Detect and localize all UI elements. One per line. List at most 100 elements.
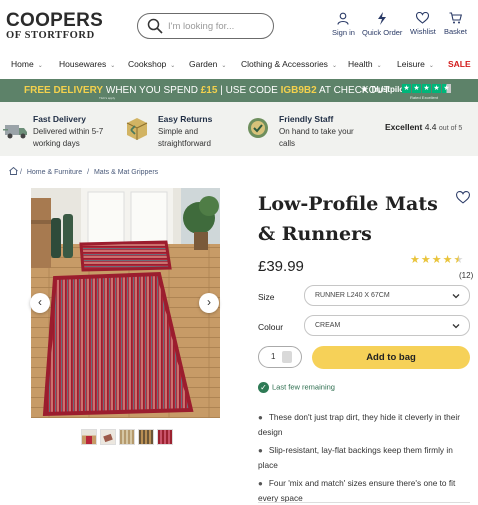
wishlist-link[interactable]: Wishlist xyxy=(410,12,436,36)
benefit-easy-returns: Easy Returns Simple and straightforward xyxy=(158,114,212,150)
benefit-line: calls xyxy=(279,139,296,148)
site-header: COOPERS OF STORTFORD I'm looking for... … xyxy=(0,0,478,52)
breadcrumb: / Home & Furniture / Mats & Mat Grippers xyxy=(9,166,161,176)
trustpilot-stars: ★ ★ ★ ★ ★ xyxy=(402,84,451,93)
nav-item-housewares[interactable]: Housewares ⌄ xyxy=(59,59,115,69)
sign-in-link[interactable]: Sign in xyxy=(332,12,355,37)
chevron-down-icon: ⌄ xyxy=(221,63,227,69)
rating-summary[interactable]: Excellent 4.4 out of 5 xyxy=(385,122,462,132)
site-logo[interactable]: COOPERS OF STORTFORD xyxy=(6,11,103,42)
nav-item-garden[interactable]: Garden ⌄ xyxy=(189,59,226,69)
feature-text: Slip-resistant, lay-flat backings keep t… xyxy=(258,445,453,470)
benefit-title: Easy Returns xyxy=(158,114,213,124)
nav-item-sale[interactable]: SALE xyxy=(448,59,471,69)
nav-item-cookshop[interactable]: Cookshop ⌄ xyxy=(128,59,175,69)
promo-text: FREE DELIVERY WHEN YOU SPEND £15 | USE C… xyxy=(24,85,390,100)
wishlist-label: Wishlist xyxy=(410,27,436,36)
next-image-button[interactable]: › xyxy=(199,293,219,313)
logo-line1: COOPERS xyxy=(6,10,104,31)
product-price: £39.99 xyxy=(258,258,304,275)
benefit-line: working days xyxy=(33,139,80,148)
benefit-line: Delivered within 5-7 xyxy=(33,127,104,136)
chevron-down-icon: ⌄ xyxy=(170,63,176,69)
product-image[interactable] xyxy=(31,188,220,418)
quick-order-label: Quick Order xyxy=(362,28,403,37)
benefit-fast-delivery: Fast Delivery Delivered within 5-7 worki… xyxy=(33,114,103,150)
star-icon: ★ xyxy=(442,84,451,93)
breadcrumb-item[interactable]: Mats & Mat Grippers xyxy=(94,169,158,176)
add-to-bag-button[interactable]: Add to bag xyxy=(312,346,470,369)
chevron-down-icon xyxy=(452,324,460,329)
thumbnail[interactable] xyxy=(81,429,97,445)
prev-image-button[interactable]: ‹ xyxy=(30,293,50,313)
nav-item-leisure[interactable]: Leisure ⌄ xyxy=(397,59,434,69)
sign-in-label: Sign in xyxy=(332,28,355,37)
breadcrumb-separator: / xyxy=(19,169,22,176)
star-icon: ★ xyxy=(442,254,453,266)
nav-label: Home xyxy=(11,59,34,69)
benefit-title: Friendly Staff xyxy=(279,114,334,124)
rating-summary-label: Excellent xyxy=(385,122,423,132)
star-half-icon: ★ xyxy=(453,254,464,266)
nav-label: Cookshop xyxy=(128,59,167,69)
thumbnail[interactable] xyxy=(100,429,116,445)
logo-line2: OF STORTFORD xyxy=(6,30,95,41)
promo-code: IGB9B2 xyxy=(280,85,317,96)
list-item: ● Slip-resistant, lay-flat backings keep … xyxy=(258,443,472,472)
quantity-spinner-icon[interactable] xyxy=(282,351,292,363)
check-icon: ✓ xyxy=(258,382,269,393)
nav-label: Health xyxy=(348,59,373,69)
promo-free-delivery: FREE DELIVERY xyxy=(24,85,104,96)
rating-stars[interactable]: ★ ★ ★ ★ ★ xyxy=(410,253,463,266)
list-item: ● Four 'mix and match' sizes ensure there… xyxy=(258,476,472,505)
thumbnail[interactable] xyxy=(157,429,173,445)
rating-summary-suffix: out of 5 xyxy=(438,125,463,132)
quick-order-link[interactable]: Quick Order xyxy=(362,12,402,37)
promo-banner[interactable]: FREE DELIVERY WHEN YOU SPEND £15 | USE C… xyxy=(0,79,478,102)
benefit-friendly-staff: Friendly Staff On hand to take your call… xyxy=(279,114,354,150)
basket-label: Basket xyxy=(444,27,467,36)
thumbnail[interactable] xyxy=(119,429,135,445)
star-icon: ★ xyxy=(432,84,441,93)
size-select[interactable]: RUNNER L240 X 67CM xyxy=(304,285,470,306)
breadcrumb-item[interactable]: Home & Furniture xyxy=(27,169,82,176)
feature-text: These don't just trap dirt, they hide it… xyxy=(258,412,460,437)
thumbnail-strip xyxy=(81,429,173,445)
nav-item-health[interactable]: Health ⌄ xyxy=(348,59,382,69)
star-icon: ★ xyxy=(422,84,431,93)
rating-summary-score: 4.4 xyxy=(424,122,437,132)
feature-list: ● These don't just trap dirt, they hide i… xyxy=(258,410,472,505)
chevron-down-icon xyxy=(452,294,460,299)
staff-badge-icon xyxy=(248,118,268,138)
star-icon: ★ xyxy=(402,84,411,93)
nav-item-clothing[interactable]: Clothing & Accessories ⌄ xyxy=(241,59,337,69)
returns-box-icon xyxy=(126,118,148,140)
star-icon: ★ xyxy=(410,254,420,266)
benefit-line: straightforward xyxy=(158,139,211,148)
nav-item-home[interactable]: Home ⌄ xyxy=(11,59,43,69)
benefit-line: On hand to take your xyxy=(279,127,354,136)
home-icon[interactable] xyxy=(9,166,18,175)
search-input[interactable]: I'm looking for... xyxy=(137,13,274,39)
star-icon: ★ xyxy=(420,254,431,266)
wishlist-heart-icon[interactable] xyxy=(456,191,470,204)
delivery-truck-icon xyxy=(3,125,27,139)
feature-text: Four 'mix and match' sizes ensure there'… xyxy=(258,478,456,503)
main-nav: Home ⌄ Housewares ⌄ Cookshop ⌄ Garden ⌄ Clot… xyxy=(0,52,478,76)
basket-icon xyxy=(449,12,462,24)
promo-use-code: USE CODE xyxy=(225,85,278,96)
promo-when-spend: WHEN YOU SPEND xyxy=(105,85,198,96)
breadcrumb-separator: / xyxy=(87,169,90,176)
product-photo xyxy=(31,188,220,418)
chevron-left-icon: ‹ xyxy=(38,295,42,309)
basket-link[interactable]: Basket xyxy=(444,12,467,36)
colour-select[interactable]: CREAM xyxy=(304,315,470,336)
heart-icon xyxy=(416,12,430,24)
thumbnail[interactable] xyxy=(138,429,154,445)
rating-count[interactable]: (12) xyxy=(459,271,473,280)
lightning-icon xyxy=(378,12,387,25)
quantity-stepper[interactable]: 1 xyxy=(258,346,302,368)
benefit-line: Simple and xyxy=(158,127,199,136)
bullet-icon: ● xyxy=(258,479,263,488)
colour-value: CREAM xyxy=(315,322,341,329)
